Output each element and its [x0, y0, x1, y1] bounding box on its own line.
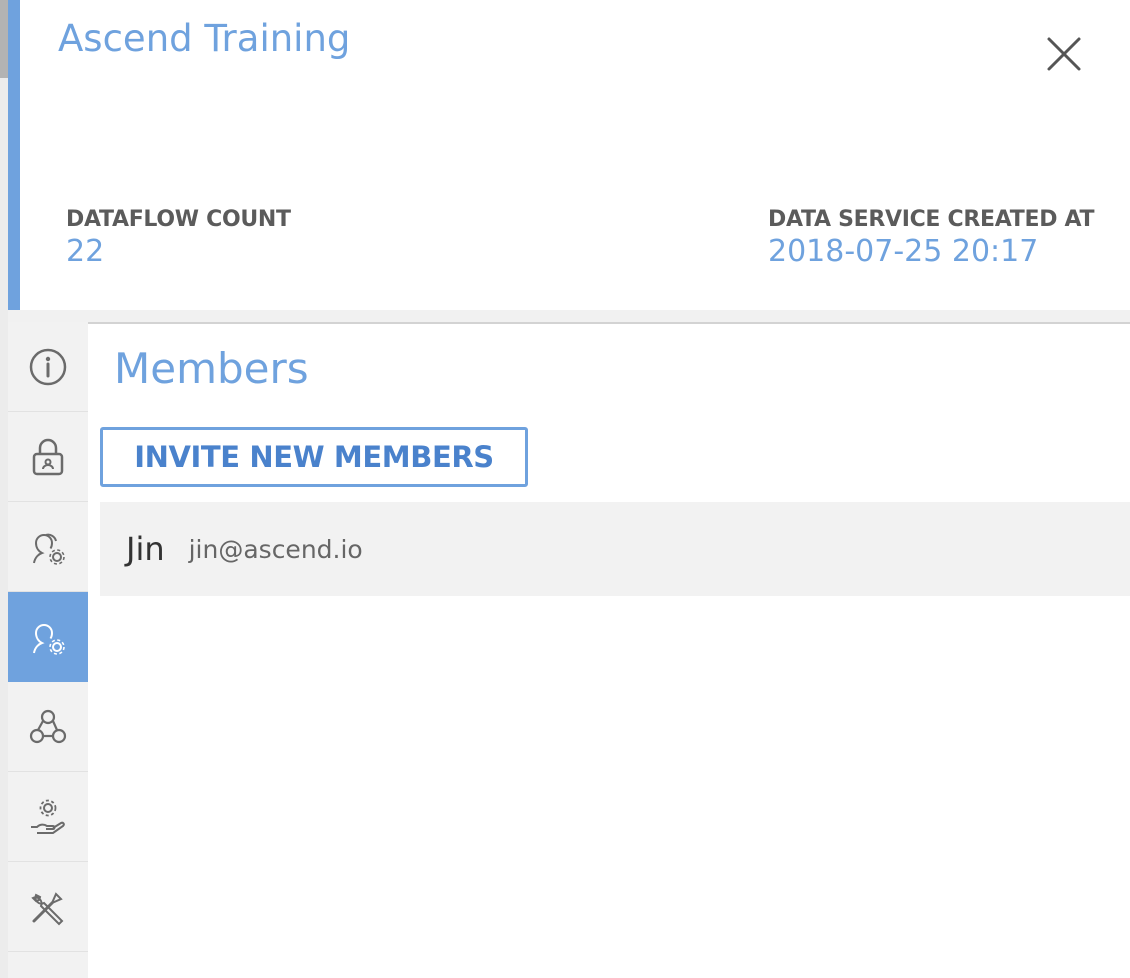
service-hand-icon	[31, 799, 65, 834]
panel-header: Ascend Training DATAFLOW COUNT 22 DATA S…	[8, 0, 1130, 310]
dataflow-count-stat: DATAFLOW COUNT 22	[66, 207, 291, 269]
list-item[interactable]: Jin jin@ascend.io	[100, 502, 1130, 596]
webhook-icon	[29, 709, 67, 743]
tools-icon	[31, 891, 64, 925]
sidebar-item-members[interactable]	[8, 592, 88, 682]
background-strip-shade	[0, 0, 8, 78]
sidebar-item-user-groups[interactable]	[8, 502, 88, 592]
info-icon	[29, 348, 67, 385]
dataflow-count-label: DATAFLOW COUNT	[66, 207, 291, 232]
invite-new-members-button[interactable]: INVITE NEW MEMBERS	[100, 427, 528, 487]
user-settings-icon	[33, 623, 65, 655]
members-heading: Members	[114, 344, 309, 393]
sidebar-item-security[interactable]	[8, 412, 88, 502]
members-panel: Members INVITE NEW MEMBERS Jin jin@ascen…	[88, 322, 1130, 978]
sidebar-nav	[8, 322, 88, 978]
header-accent-bar	[8, 0, 20, 310]
close-button[interactable]	[1040, 30, 1088, 78]
sidebar-item-tools[interactable]	[8, 862, 88, 952]
member-email: jin@ascend.io	[188, 534, 363, 564]
sidebar-item-services[interactable]	[8, 772, 88, 862]
lock-icon	[32, 438, 64, 475]
sidebar-item-webhooks[interactable]	[8, 682, 88, 772]
panel-title: Ascend Training	[58, 17, 351, 60]
close-icon	[1047, 37, 1081, 71]
background-strip	[0, 0, 8, 978]
created-at-value: 2018-07-25 20:17	[768, 234, 1039, 269]
created-at-stat: DATA SERVICE CREATED AT 2018-07-25 20:17	[768, 207, 1095, 269]
created-at-label: DATA SERVICE CREATED AT	[768, 207, 1095, 232]
page: Ascend Training DATAFLOW COUNT 22 DATA S…	[0, 0, 1130, 978]
member-name: Jin	[126, 530, 165, 568]
users-settings-icon	[33, 533, 65, 565]
sidebar-item-info[interactable]	[8, 322, 88, 412]
dataflow-count-value: 22	[66, 234, 105, 269]
